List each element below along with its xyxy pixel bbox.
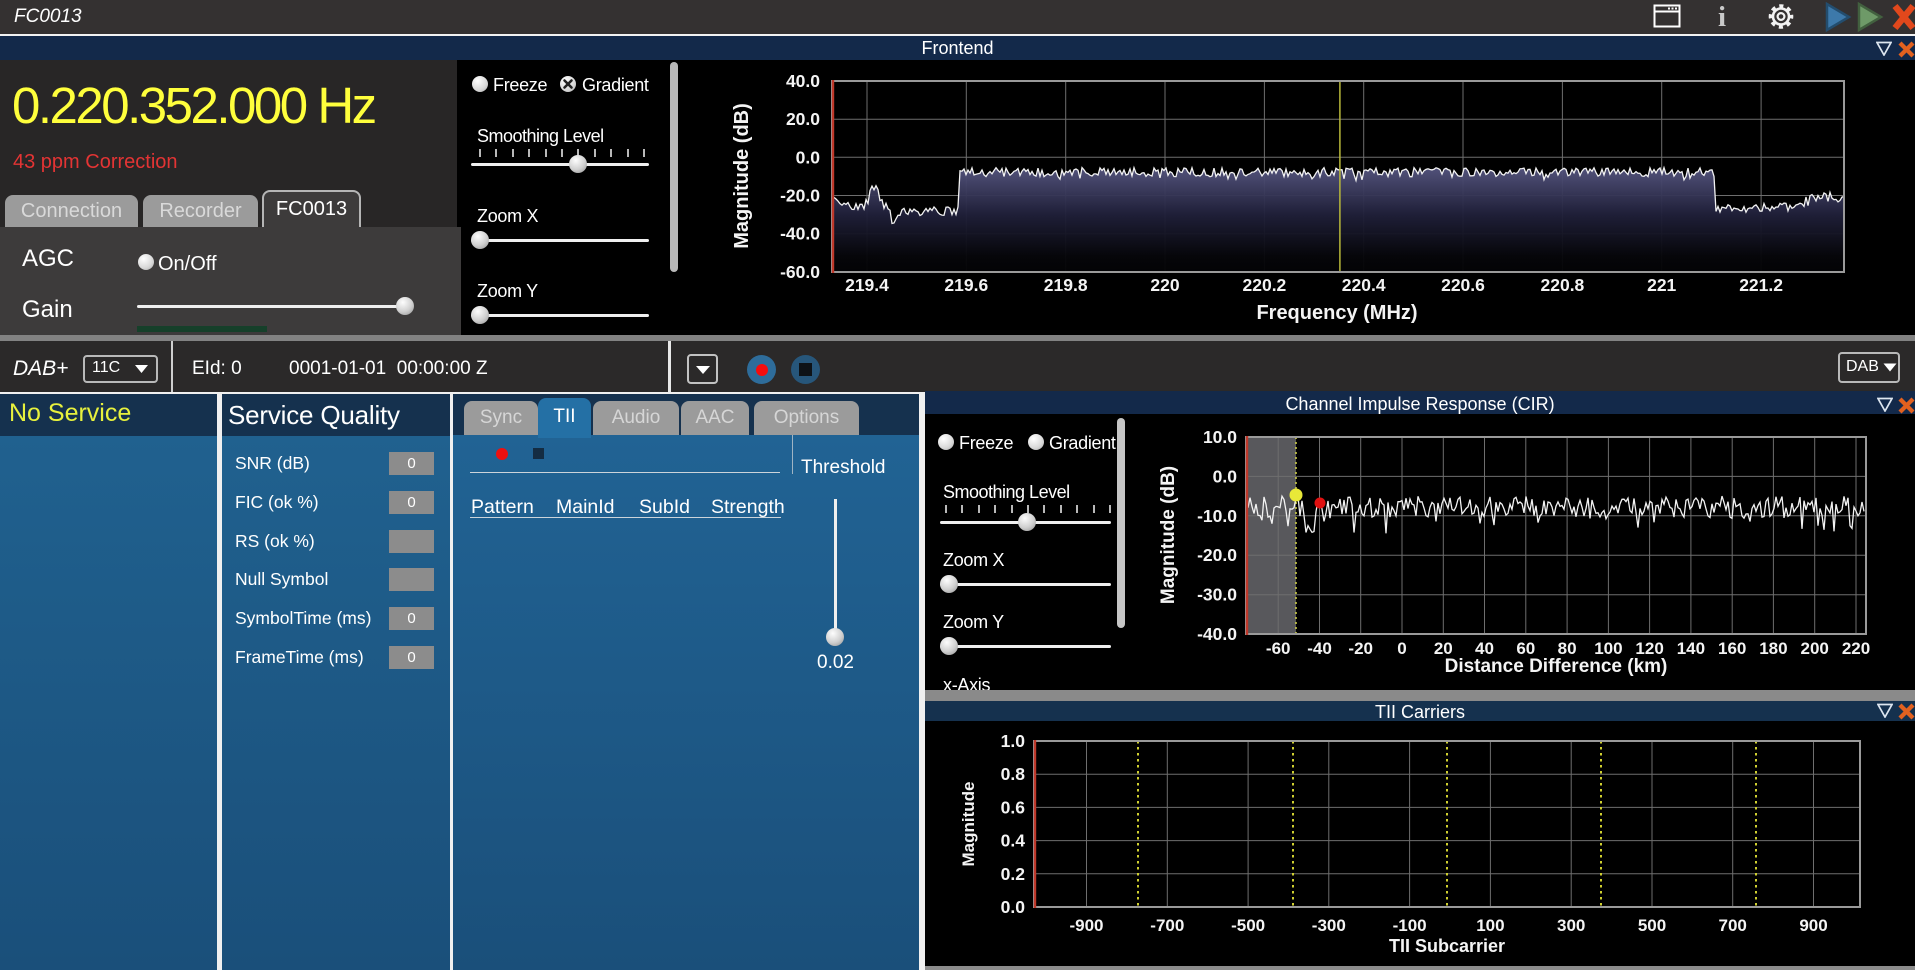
svg-text:-700: -700 <box>1150 916 1184 935</box>
svg-text:0.4: 0.4 <box>1001 831 1026 851</box>
svg-text:1.0: 1.0 <box>1001 731 1026 751</box>
svg-text:-40: -40 <box>1307 639 1332 658</box>
svg-text:Magnitude (dB): Magnitude (dB) <box>1158 466 1179 604</box>
svg-text:0.6: 0.6 <box>1001 797 1026 817</box>
svg-text:10.0: 10.0 <box>1203 427 1237 447</box>
svg-text:Magnitude (dB): Magnitude (dB) <box>731 103 753 249</box>
svg-text:220.4: 220.4 <box>1342 275 1386 295</box>
svg-text:-500: -500 <box>1231 916 1265 935</box>
svg-text:-40.0: -40.0 <box>780 224 820 244</box>
svg-text:700: 700 <box>1719 916 1747 935</box>
svg-text:0.8: 0.8 <box>1001 764 1026 784</box>
svg-text:-20.0: -20.0 <box>780 186 820 206</box>
svg-text:-900: -900 <box>1069 916 1103 935</box>
svg-text:220: 220 <box>1842 639 1870 658</box>
svg-text:Frequency (MHz): Frequency (MHz) <box>1256 302 1417 324</box>
svg-text:TII Subcarrier: TII Subcarrier <box>1389 936 1505 956</box>
svg-text:-300: -300 <box>1312 916 1346 935</box>
svg-text:-60: -60 <box>1266 639 1291 658</box>
svg-text:0.0: 0.0 <box>796 147 821 167</box>
svg-text:-100: -100 <box>1393 916 1427 935</box>
svg-text:140: 140 <box>1677 639 1705 658</box>
svg-text:219.8: 219.8 <box>1044 275 1088 295</box>
svg-text:Distance Difference (km): Distance Difference (km) <box>1445 656 1668 677</box>
svg-text:219.4: 219.4 <box>845 275 889 295</box>
svg-text:Magnitude: Magnitude <box>959 782 978 867</box>
svg-text:-30.0: -30.0 <box>1197 585 1237 605</box>
svg-text:221.2: 221.2 <box>1739 275 1783 295</box>
svg-text:-20: -20 <box>1348 639 1373 658</box>
svg-text:221: 221 <box>1647 275 1676 295</box>
svg-text:-20.0: -20.0 <box>1197 545 1237 565</box>
svg-text:220.8: 220.8 <box>1541 275 1585 295</box>
svg-text:160: 160 <box>1718 639 1746 658</box>
svg-text:0.2: 0.2 <box>1001 864 1026 884</box>
svg-text:-40.0: -40.0 <box>1197 624 1237 644</box>
svg-text:300: 300 <box>1557 916 1585 935</box>
svg-text:20.0: 20.0 <box>786 109 820 129</box>
svg-text:180: 180 <box>1759 639 1787 658</box>
svg-text:219.6: 219.6 <box>944 275 988 295</box>
svg-text:220.2: 220.2 <box>1243 275 1287 295</box>
svg-text:500: 500 <box>1638 916 1666 935</box>
svg-text:200: 200 <box>1801 639 1829 658</box>
svg-text:900: 900 <box>1799 916 1827 935</box>
svg-text:0.0: 0.0 <box>1213 466 1238 486</box>
svg-text:0.0: 0.0 <box>1001 897 1026 917</box>
svg-text:100: 100 <box>1476 916 1504 935</box>
svg-text:-60.0: -60.0 <box>780 262 820 282</box>
svg-text:220: 220 <box>1150 275 1179 295</box>
svg-text:0: 0 <box>1397 639 1406 658</box>
svg-text:40.0: 40.0 <box>786 71 820 91</box>
svg-text:-10.0: -10.0 <box>1197 506 1237 526</box>
svg-text:220.6: 220.6 <box>1441 275 1485 295</box>
